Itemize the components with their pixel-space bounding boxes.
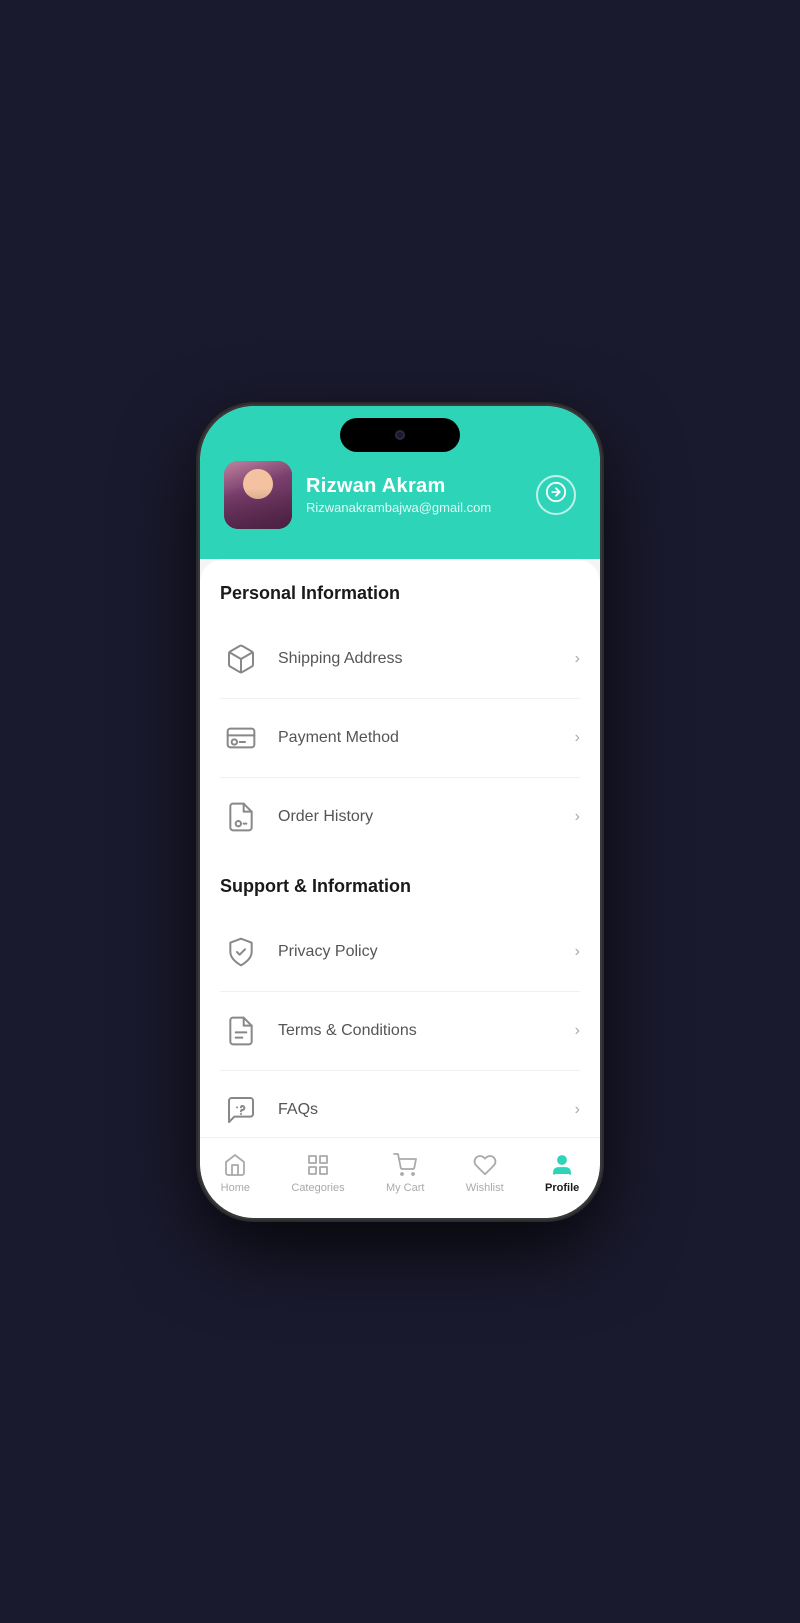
logout-button[interactable] <box>536 475 576 515</box>
menu-item-payment-method[interactable]: Payment Method › <box>220 699 580 778</box>
nav-item-categories[interactable]: Categories <box>279 1148 356 1198</box>
user-info: Rizwan Akram Rizwanakrambajwa@gmail.com <box>224 461 491 529</box>
user-email: Rizwanakrambajwa@gmail.com <box>306 500 491 515</box>
nav-item-home[interactable]: Home <box>209 1148 262 1198</box>
categories-label: Categories <box>291 1182 344 1194</box>
home-icon <box>222 1152 248 1178</box>
chevron-icon: › <box>575 650 580 668</box>
cart-label: My Cart <box>386 1182 425 1194</box>
chevron-icon: › <box>575 729 580 747</box>
logout-icon <box>545 481 567 508</box>
section-title-support: Support & Information <box>220 876 580 897</box>
bottom-navigation: Home Categories <box>200 1137 600 1218</box>
section-title-personal: Personal Information <box>220 583 580 604</box>
section-support-info: Support & Information Privacy Policy › <box>220 876 580 1137</box>
section-personal-info: Personal Information Shipping Address › <box>220 583 580 856</box>
cart-icon <box>392 1152 418 1178</box>
menu-item-terms-conditions[interactable]: Terms & Conditions › <box>220 992 580 1071</box>
home-label: Home <box>221 1182 250 1194</box>
faqs-label: FAQs <box>278 1101 318 1119</box>
profile-icon <box>549 1152 575 1178</box>
menu-item-privacy-policy[interactable]: Privacy Policy › <box>220 913 580 992</box>
nav-item-profile[interactable]: Profile <box>533 1148 591 1198</box>
categories-icon <box>305 1152 331 1178</box>
avatar <box>224 461 292 529</box>
menu-item-shipping-address[interactable]: Shipping Address › <box>220 620 580 699</box>
user-name: Rizwan Akram <box>306 475 491 498</box>
terms-icon <box>220 1010 262 1052</box>
nav-item-wishlist[interactable]: Wishlist <box>454 1148 516 1198</box>
user-text: Rizwan Akram Rizwanakrambajwa@gmail.com <box>306 475 491 515</box>
privacy-label: Privacy Policy <box>278 943 378 961</box>
terms-label: Terms & Conditions <box>278 1022 417 1040</box>
payment-icon <box>220 717 262 759</box>
chevron-icon: › <box>575 1022 580 1040</box>
nav-item-cart[interactable]: My Cart <box>374 1148 437 1198</box>
chevron-icon: › <box>575 808 580 826</box>
content-area: Personal Information Shipping Address › <box>200 559 600 1137</box>
wishlist-icon <box>472 1152 498 1178</box>
shipping-label: Shipping Address <box>278 650 403 668</box>
menu-item-order-history[interactable]: Order History › <box>220 778 580 856</box>
shipping-icon <box>220 638 262 680</box>
chevron-icon: › <box>575 943 580 961</box>
shield-icon <box>220 931 262 973</box>
payment-label: Payment Method <box>278 729 399 747</box>
notch <box>340 418 460 452</box>
wishlist-label: Wishlist <box>466 1182 504 1194</box>
camera-dot <box>395 430 405 440</box>
order-icon <box>220 796 262 838</box>
order-label: Order History <box>278 808 373 826</box>
profile-label: Profile <box>545 1182 579 1194</box>
faq-icon <box>220 1089 262 1131</box>
avatar-image <box>224 461 292 529</box>
chevron-icon: › <box>575 1101 580 1119</box>
phone-screen: Rizwan Akram Rizwanakrambajwa@gmail.com … <box>200 406 600 1218</box>
phone-frame: Rizwan Akram Rizwanakrambajwa@gmail.com … <box>200 406 600 1218</box>
menu-item-faqs[interactable]: FAQs › <box>220 1071 580 1137</box>
